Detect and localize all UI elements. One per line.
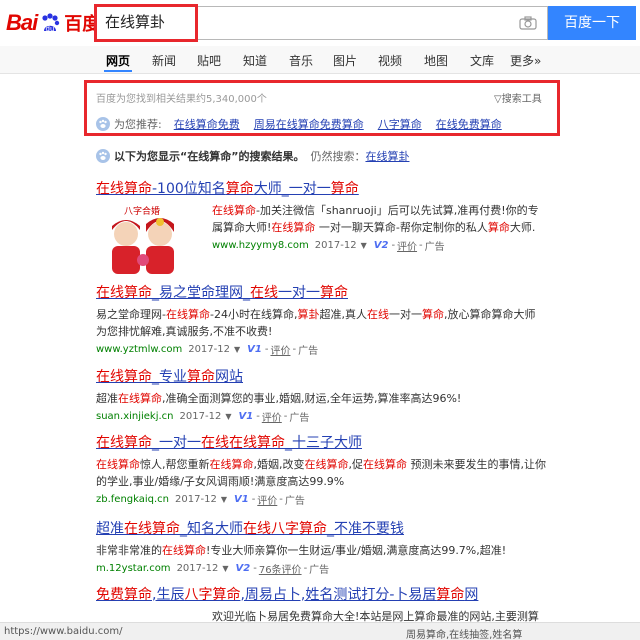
tab-news[interactable]: 新闻 — [152, 52, 176, 69]
dropdown-icon[interactable]: ▼ — [221, 495, 227, 504]
status-url: https://www.baidu.com/ — [4, 626, 123, 637]
ad-label: 广告 — [298, 346, 319, 357]
filter-icon: ▽ — [494, 94, 502, 105]
tab-more[interactable]: 更多» — [510, 52, 541, 69]
verified-badge[interactable]: V2 — [374, 240, 389, 251]
result-date: 2017-12 — [314, 240, 357, 251]
search-result: 在线算命_一对一在线在线算命_十三子大师 在线算命惊人,帮您重新在线算命,婚姻,… — [96, 432, 546, 507]
dropdown-icon[interactable]: ▼ — [234, 345, 240, 354]
result-url[interactable]: www.hzyymy8.com — [212, 240, 309, 251]
baidu-logo[interactable]: Bai du 百度 — [6, 8, 100, 38]
search-tools-button[interactable]: ▽搜索工具 — [494, 90, 542, 105]
result-description: 在线算命-加关注微信「shanruoji」后可以先试算,准再付费!你的专属算命大… — [212, 204, 539, 234]
notice-suffix: ”的搜索结果。 — [231, 150, 305, 163]
recommend-link[interactable]: 在线算命免费 — [174, 116, 240, 132]
recommend-link[interactable]: 八字算命 — [378, 116, 422, 132]
tab-zhidao[interactable]: 知道 — [243, 52, 267, 69]
result-date: 2017-12 — [179, 411, 222, 422]
ad-label: 广告 — [289, 413, 310, 424]
result-description: 易之堂命理网-在线算命-24小时在线算命,算卦超准,真人在线一对一算命,放心算命… — [96, 308, 536, 338]
result-meta: m.12ystar.com 2017-12 ▼ V2 -76条评价 - 广告 — [96, 561, 330, 576]
result-meta: www.yztmlw.com 2017-12 ▼ V1 - 评价 - 广告 — [96, 342, 319, 357]
recommend-link[interactable]: 在线免费算命 — [436, 116, 502, 132]
original-query-link[interactable]: 在线算卦 — [365, 148, 409, 164]
recommendations: 为您推荐: 在线算命免费 周易在线算命免费算命 八字算命 在线免费算命 — [96, 116, 516, 132]
search-result: 超准在线算命_知名大师在线八字算命_不准不要钱 非常非常准的在线算命!专业大师亲… — [96, 518, 546, 576]
result-title-link[interactable]: 超准在线算命_知名大师在线八字算命_不准不要钱 — [96, 518, 546, 538]
dropdown-icon[interactable]: ▼ — [222, 564, 228, 573]
review-link[interactable]: 评价 — [257, 492, 277, 507]
search-tools-label: 搜索工具 — [501, 94, 542, 105]
result-title-link[interactable]: 免费算命,生辰八字算命,周易占卜,姓名测试打分-卜易居算命网 — [96, 584, 546, 604]
notice-keyword: 在线算命 — [187, 150, 232, 163]
tab-video[interactable]: 视频 — [378, 52, 402, 69]
verified-badge[interactable]: V1 — [238, 411, 253, 422]
search-button[interactable]: 百度一下 — [548, 6, 636, 40]
status-bar: https://www.baidu.com/ 周易算命,在线抽签,姓名算 — [0, 622, 640, 640]
ad-label: 广告 — [309, 565, 330, 576]
result-url[interactable]: m.12ystar.com — [96, 563, 171, 574]
result-title-link[interactable]: 在线算命_专业算命网站 — [96, 366, 546, 386]
result-date: 2017-12 — [188, 344, 230, 355]
verified-badge[interactable]: V1 — [234, 494, 249, 505]
recommend-label: 为您推荐: — [114, 118, 162, 131]
tab-wenku[interactable]: 文库 — [470, 52, 494, 69]
svg-text:du: du — [46, 25, 55, 33]
active-tab-indicator — [104, 70, 132, 72]
search-result: 在线算命_专业算命网站 超准在线算命,准确全面测算您的事业,婚姻,财运,全年运势… — [96, 366, 546, 424]
recommend-link[interactable]: 周易在线算命免费算命 — [254, 116, 364, 132]
result-meta: zb.fengkaiq.cn 2017-12 ▼ V1 - 评价 - 广告 — [96, 492, 305, 507]
result-description: 非常非常准的在线算命!专业大师亲算你一生财运/事业/婚姻,满意度高达99.7%,… — [96, 544, 507, 557]
result-count: 百度为您找到相关结果约5,340,000个 — [96, 94, 267, 105]
notice-prefix: 以下为您显示“ — [114, 150, 188, 163]
verified-badge[interactable]: V1 — [247, 344, 262, 355]
ad-label: 广告 — [284, 496, 305, 507]
search-input[interactable] — [105, 7, 505, 39]
review-link[interactable]: 评价 — [270, 342, 290, 357]
tab-music[interactable]: 音乐 — [289, 52, 313, 69]
search-result: 在线算命_易之堂命理网_在线一对一算命 易之堂命理网-在线算命-24小时在线算命… — [96, 282, 546, 357]
result-url[interactable]: www.yztmlw.com — [96, 344, 182, 355]
result-title-link[interactable]: 在线算命-100位知名算命大师_一对一算命 — [96, 178, 546, 198]
result-date: 2017-12 — [175, 494, 217, 505]
status-right-text: 周易算命,在线抽签,姓名算 — [406, 630, 523, 640]
result-url[interactable]: zb.fengkaiq.cn — [96, 494, 169, 505]
result-url[interactable]: suan.xinjiekj.cn — [96, 411, 174, 422]
result-thumbnail[interactable]: 八字合婚 — [96, 202, 206, 278]
search-correction-notice: 以下为您显示“ 在线算命 ”的搜索结果。 仍然搜索： 在线算卦 — [96, 148, 409, 164]
notice-still-search: 仍然搜索： — [310, 150, 366, 163]
result-date: 2017-12 — [176, 563, 219, 574]
result-title-link[interactable]: 在线算命_易之堂命理网_在线一对一算命 — [96, 282, 546, 302]
dropdown-icon[interactable]: ▼ — [361, 241, 367, 250]
review-link[interactable]: 评价 — [397, 238, 417, 253]
review-link[interactable]: 76条评价 — [259, 561, 302, 576]
logo-text-bai: Bai — [6, 10, 38, 35]
search-box[interactable] — [96, 6, 548, 40]
search-result: 在线算命-100位知名算命大师_一对一算命 八字合婚 在线算命-加关注微信「sh… — [96, 178, 546, 274]
thumbnail-caption: 八字合婚 — [124, 205, 160, 217]
result-meta: suan.xinjiekj.cn 2017-12 ▼ V1 - 评价 - 广告 — [96, 409, 310, 424]
tab-tieba[interactable]: 贴吧 — [197, 52, 221, 69]
tab-web[interactable]: 网页 — [106, 52, 130, 69]
result-title-link[interactable]: 在线算命_一对一在线在线算命_十三子大师 — [96, 432, 546, 452]
nav-tabs: 网页 新闻 贴吧 知道 音乐 图片 视频 地图 文库 更多» — [0, 46, 640, 74]
paw-icon: du — [38, 11, 62, 35]
logo-text-du: 百度 — [64, 14, 101, 34]
camera-icon[interactable] — [519, 16, 537, 30]
result-description: 在线算命惊人,帮您重新在线算命,婚姻,改变在线算命,促在线算命 预测未来要发生的… — [96, 458, 546, 488]
result-meta: www.hzyymy8.com 2017-12 ▼ V2 - 评价 - 广告 — [212, 238, 445, 253]
dropdown-icon[interactable]: ▼ — [225, 412, 231, 421]
paw-icon — [96, 117, 110, 131]
review-link[interactable]: 评价 — [262, 409, 282, 424]
result-description: 超准在线算命,准确全面测算您的事业,婚姻,财运,全年运势,算准率高达96%! — [96, 392, 462, 405]
verified-badge[interactable]: V2 — [236, 563, 251, 574]
ad-label: 广告 — [424, 242, 445, 253]
tab-images[interactable]: 图片 — [333, 52, 357, 69]
paw-icon — [96, 149, 110, 163]
search-result: 免费算命,生辰八字算命,周易占卜,姓名测试打分-卜易居算命网 欢迎光临卜易居免费… — [96, 584, 546, 625]
top-bar: Bai du 百度 百度一下 — [0, 0, 640, 46]
tab-map[interactable]: 地图 — [424, 52, 448, 69]
